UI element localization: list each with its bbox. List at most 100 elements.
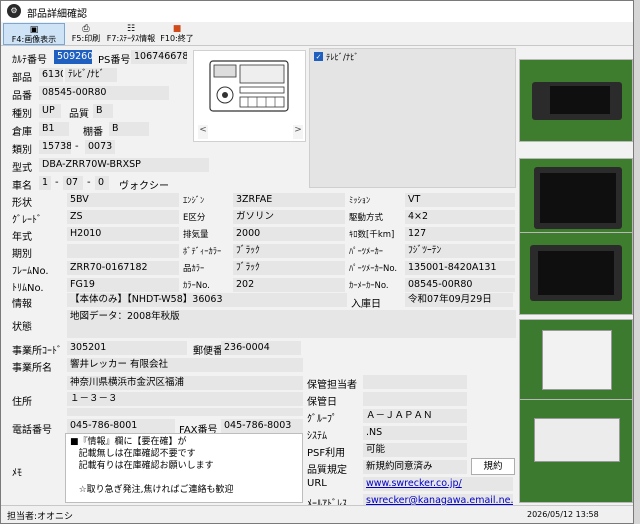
jouhou-field[interactable]: 【本体のみ】【NHDT-W58】36063 bbox=[67, 293, 347, 307]
url-link[interactable]: www.swrecker.co.jp/ bbox=[366, 478, 462, 489]
part-thumbnail[interactable]: < > bbox=[193, 50, 306, 142]
print-label: 印刷 bbox=[84, 34, 101, 43]
app-logo-icon: ⚙ bbox=[7, 4, 21, 18]
souko-label: 倉庫 bbox=[12, 127, 32, 138]
hinban-field[interactable]: 08545-00R80 bbox=[39, 86, 169, 100]
photo-5[interactable] bbox=[519, 399, 633, 503]
tel-field[interactable]: 045-786-8001 bbox=[67, 419, 175, 433]
system-field[interactable]: .NS bbox=[363, 426, 467, 440]
photo-3[interactable] bbox=[519, 232, 633, 315]
kibetsu-label: 期別 bbox=[12, 249, 32, 260]
nyuko-field[interactable]: 令和07年09月29日 bbox=[405, 293, 513, 307]
exit-label: 終了 bbox=[177, 34, 194, 43]
kiyaku-button[interactable]: 規約 bbox=[471, 458, 515, 475]
tv-navi-checkbox[interactable]: ✓ bbox=[314, 52, 323, 61]
parts-maker-field[interactable]: ﾌｼﾞﾂｰﾃﾝ bbox=[405, 244, 515, 258]
buhin-name-field[interactable]: ﾃﾚﾋﾞ/ﾅﾋﾞ bbox=[65, 68, 117, 82]
status-icon: ☷ bbox=[126, 24, 136, 34]
address-line1-field[interactable]: 神奈川県横浜市金沢区福浦 bbox=[67, 376, 303, 390]
mission-field[interactable]: VT bbox=[405, 193, 515, 207]
kibetsu-field[interactable] bbox=[67, 244, 179, 258]
psf-field[interactable]: 可能 bbox=[363, 443, 467, 457]
parts-maker-label: ﾊﾟｰﾂﾒｰｶｰ bbox=[349, 247, 384, 257]
user-status: 担当者:オオニシ bbox=[7, 512, 74, 522]
tana-label: 棚番 bbox=[83, 127, 103, 138]
joutai-field[interactable]: 地図データ：2008年秋版 bbox=[67, 310, 516, 338]
hin-color-label: 品ｶﾗｰ bbox=[183, 264, 205, 274]
exit-button[interactable]: ■ F10:終了 bbox=[159, 23, 195, 45]
url-field[interactable]: www.swrecker.co.jp/ bbox=[363, 477, 513, 491]
show-image-button[interactable]: ▣ F4:画像表示 bbox=[3, 23, 65, 45]
background-scrollbar[interactable] bbox=[634, 0, 640, 524]
hokan-tantou-field[interactable] bbox=[363, 375, 467, 389]
shamei-b-field[interactable]: 07 bbox=[63, 176, 83, 190]
jouhou-label: 情報 bbox=[12, 299, 32, 310]
exit-icon: ■ bbox=[172, 24, 182, 34]
haikiryou-field[interactable]: 2000 bbox=[233, 227, 345, 241]
katashiki-field[interactable]: DBA-ZRR70W-BRXSP bbox=[39, 158, 209, 172]
jigyousho-code-label: 事業所ｺｰﾄﾞ bbox=[12, 346, 62, 357]
label-sticker-shape bbox=[542, 330, 612, 390]
frame-no-field[interactable]: ZRR70-0167182 bbox=[67, 261, 179, 275]
ps-number-field[interactable]: 106746678 bbox=[131, 50, 187, 64]
shubetsu-label: 種別 bbox=[12, 109, 32, 120]
show-image-key: F4: bbox=[11, 35, 25, 44]
system-label: ｼｽﾃﾑ bbox=[307, 431, 327, 442]
group-field[interactable]: Ａ－ＪＡＰＡＮ bbox=[363, 409, 467, 423]
fax-field[interactable]: 045-786-8003 bbox=[221, 419, 303, 433]
photo-2[interactable] bbox=[519, 158, 633, 241]
body-color-label: ﾎﾞﾃﾞｨｰｶﾗｰ bbox=[183, 247, 222, 257]
trim-no-label: ﾄﾘﾑNo. bbox=[12, 283, 44, 294]
ruibetsu-label: 類別 bbox=[12, 145, 32, 156]
parts-maker-no-field[interactable]: 135001-8420A131 bbox=[405, 261, 515, 275]
navi-screen-shape bbox=[540, 173, 616, 223]
printer-icon: ⎙ bbox=[82, 24, 90, 34]
nenshiki-field[interactable]: H2010 bbox=[67, 227, 179, 241]
grade-field[interactable]: ZS bbox=[67, 210, 179, 224]
ruibetsu-b-field[interactable]: 0073 bbox=[85, 140, 115, 154]
photo-4[interactable] bbox=[519, 319, 633, 402]
jigyousho-name-field[interactable]: 響井レッカー 有限会社 bbox=[67, 358, 303, 372]
ruibetsu-a-field[interactable]: 15738 bbox=[39, 140, 71, 154]
keijou-field[interactable]: 5BV bbox=[67, 193, 179, 207]
hokan-tantou-label: 保管担当者 bbox=[307, 380, 357, 391]
photo-1[interactable] bbox=[519, 59, 633, 142]
address-line3-field[interactable] bbox=[67, 408, 303, 416]
image-prev-button[interactable]: < bbox=[198, 125, 208, 139]
color-no-field[interactable]: 202 bbox=[233, 278, 345, 292]
kilo-field[interactable]: 127 bbox=[405, 227, 515, 241]
trim-no-field[interactable]: FG19 bbox=[67, 278, 179, 292]
status-info-button[interactable]: ☷ F7:ｽﾃｰﾀｽ情報 bbox=[105, 23, 157, 45]
hinshitsu-field[interactable]: B bbox=[93, 104, 113, 118]
group-label: ｸﾞﾙｰﾌﾟ bbox=[307, 414, 337, 425]
show-image-label: 画像表示 bbox=[24, 35, 57, 44]
frame-no-label: ﾌﾚｰﾑNo. bbox=[12, 266, 49, 277]
image-next-button[interactable]: > bbox=[293, 125, 303, 139]
buhin-code-field[interactable]: 6130 bbox=[39, 68, 63, 82]
shamei-a-field[interactable]: 1 bbox=[39, 176, 51, 190]
hinban-label: 品番 bbox=[12, 91, 32, 102]
car-maker-no-field[interactable]: 08545-00R80 bbox=[405, 278, 515, 292]
ps-label: PS番号 bbox=[98, 55, 131, 66]
yubin-field[interactable]: 236-0004 bbox=[221, 341, 301, 355]
jigyousho-code-field[interactable]: 305201 bbox=[67, 341, 187, 355]
karte-number-field[interactable]: 509260 bbox=[54, 50, 92, 64]
e-kubun-field[interactable]: ガソリン bbox=[233, 210, 345, 224]
hokanbi-field[interactable] bbox=[363, 392, 467, 406]
address-line2-field[interactable]: １－３－３ bbox=[67, 392, 303, 406]
engine-field[interactable]: 3ZRFAE bbox=[233, 193, 345, 207]
souko-field[interactable]: B1 bbox=[39, 122, 69, 136]
body-color-field[interactable]: ﾌﾞﾗｯｸ bbox=[233, 244, 345, 258]
shubetsu-field[interactable]: UP bbox=[39, 104, 61, 118]
kitei-field[interactable]: 新規約同意済み bbox=[363, 460, 467, 474]
tana-field[interactable]: B bbox=[109, 122, 149, 136]
memo-textarea[interactable]: ■『情報』欄に【要在確】が 記載無しは在庫確認不要です 記載有りは在庫確認お願い… bbox=[65, 433, 303, 503]
url-label: URL bbox=[307, 478, 327, 489]
katashiki-label: 型式 bbox=[12, 163, 32, 174]
kudou-field[interactable]: 4×2 bbox=[405, 210, 515, 224]
status-info-key: F7: bbox=[106, 34, 120, 43]
hin-color-field[interactable]: ﾌﾞﾗｯｸ bbox=[233, 261, 345, 275]
shamei-c-field[interactable]: 0 bbox=[95, 176, 109, 190]
print-button[interactable]: ⎙ F5:印刷 bbox=[67, 23, 105, 45]
kilo-label: ｷﾛ数[千km] bbox=[349, 230, 395, 240]
